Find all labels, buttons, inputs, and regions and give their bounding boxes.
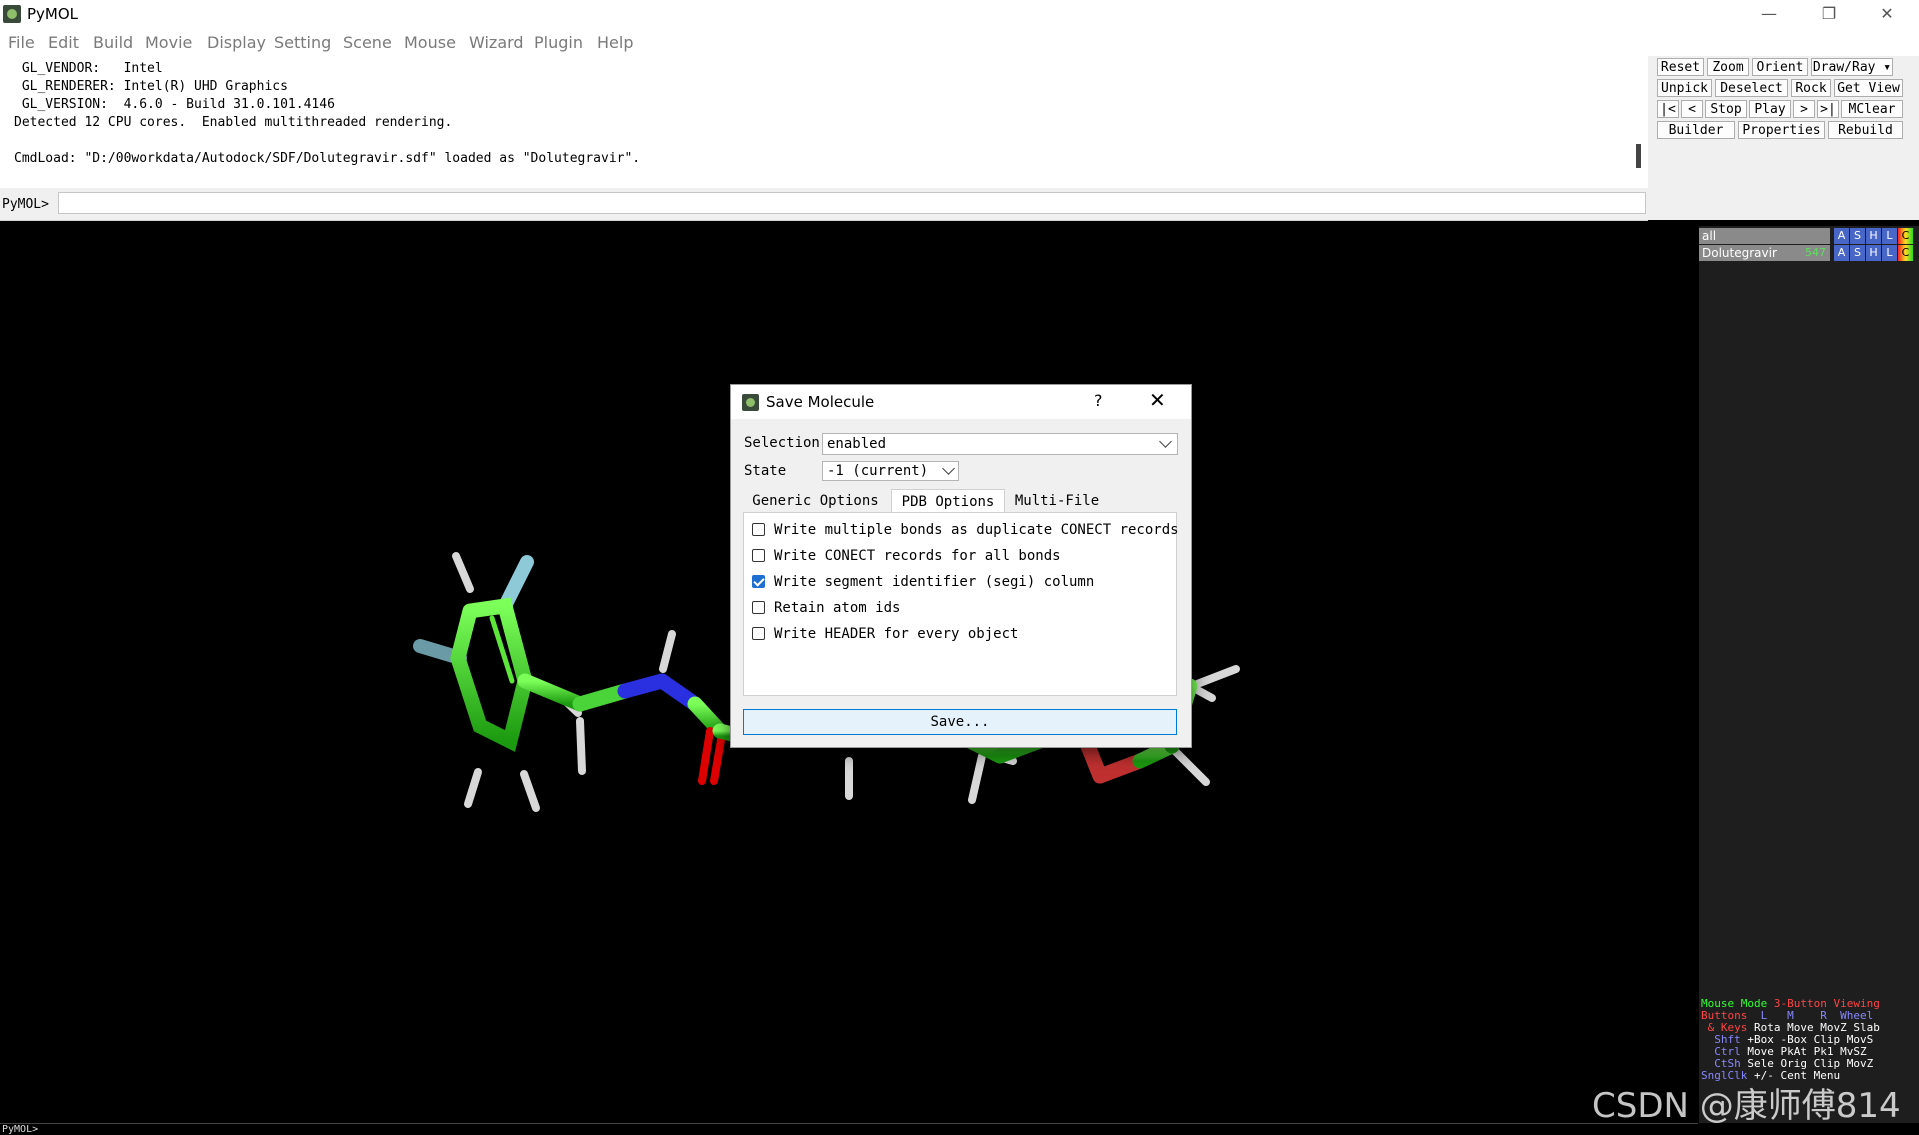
label-button[interactable]: L [1882, 245, 1897, 261]
menu-setting[interactable]: Setting [274, 33, 331, 52]
close-window-icon[interactable]: ✕ [1864, 2, 1910, 26]
menu-movie[interactable]: Movie [145, 33, 192, 52]
control-button-panel: Reset Zoom Orient Draw/Ray ▾ Unpick Dese… [1648, 56, 1919, 220]
object-row-dolutegravir: Dolutegravir 547 A S H L C [1699, 245, 1919, 261]
show-button[interactable]: S [1850, 228, 1865, 244]
builder-button[interactable]: Builder [1657, 121, 1735, 139]
draw-ray-button[interactable]: Draw/Ray ▾ [1811, 58, 1893, 76]
menu-bar: File Edit Build Movie Display Setting Sc… [0, 28, 1919, 56]
object-panel: all A S H L C Dolutegravir 547 A S H L C… [1699, 226, 1919, 1123]
menu-build[interactable]: Build [93, 33, 133, 52]
selection-combobox[interactable]: enabled [822, 433, 1178, 455]
option-label: Write HEADER for every object [774, 626, 1019, 642]
state-combobox[interactable]: -1 (current) [822, 461, 959, 481]
bottom-command-bar[interactable]: PyMOL> [0, 1123, 1698, 1135]
next-frame-button[interactable]: > [1793, 100, 1815, 118]
option-label: Write segment identifier (segi) column [774, 574, 1095, 590]
object-name[interactable]: all [1699, 228, 1830, 244]
pdb-options-panel: Write multiple bonds as duplicate CONECT… [743, 512, 1179, 696]
reset-button[interactable]: Reset [1657, 58, 1704, 76]
checkbox[interactable] [752, 601, 765, 614]
command-input[interactable] [58, 192, 1646, 214]
console-line: GL_VERSION: 4.6.0 - Build 31.0.101.4146 [14, 97, 335, 112]
action-button[interactable]: A [1834, 245, 1849, 261]
command-prompt-label: PyMOL> [2, 197, 49, 212]
play-button[interactable]: Play [1749, 100, 1791, 118]
window-title: PyMOL [27, 5, 79, 23]
rock-button[interactable]: Rock [1791, 79, 1831, 97]
first-frame-button[interactable]: |< [1657, 100, 1679, 118]
tab-multi-file[interactable]: Multi-File [1007, 489, 1107, 513]
previous-frame-button[interactable]: < [1681, 100, 1703, 118]
label-button[interactable]: L [1882, 228, 1897, 244]
title-bar: PyMOL — ❐ ✕ [0, 0, 1919, 28]
menu-scene[interactable]: Scene [343, 33, 392, 52]
save-button[interactable]: Save... [743, 709, 1177, 735]
option-label: Write multiple bonds as duplicate CONECT… [774, 522, 1179, 538]
deselect-button[interactable]: Deselect [1715, 79, 1788, 97]
console-line: CmdLoad: "D:/00workdata/Autodock/SDF/Dol… [14, 151, 641, 166]
close-dialog-icon[interactable]: ✕ [1149, 388, 1166, 412]
last-frame-button[interactable]: >| [1817, 100, 1839, 118]
action-button[interactable]: A [1834, 228, 1849, 244]
console-scrollbar[interactable] [1636, 144, 1641, 168]
checkbox[interactable] [752, 523, 765, 536]
command-line: PyMOL> [0, 188, 1648, 221]
properties-button[interactable]: Properties [1738, 121, 1825, 139]
orient-button[interactable]: Orient [1752, 58, 1808, 76]
menu-file[interactable]: File [8, 33, 35, 52]
console-line: Detected 12 CPU cores. Enabled multithre… [14, 115, 453, 130]
checkbox[interactable] [752, 627, 765, 640]
object-state-count: 547 [1805, 246, 1826, 259]
option-label: Write CONECT records for all bonds [774, 548, 1061, 564]
menu-plugin[interactable]: Plugin [534, 33, 583, 52]
pymol-app-icon [3, 5, 21, 23]
save-molecule-dialog: Save Molecule ? ✕ Selection enabled Stat… [730, 384, 1192, 748]
menu-help[interactable]: Help [597, 33, 633, 52]
color-button[interactable]: C [1898, 245, 1913, 261]
menu-mouse[interactable]: Mouse [404, 33, 456, 52]
get-view-button[interactable]: Get View [1834, 79, 1903, 97]
help-icon[interactable]: ? [1094, 391, 1103, 410]
unpick-button[interactable]: Unpick [1657, 79, 1712, 97]
console-output[interactable]: GL_VENDOR: Intel GL_RENDERER: Intel(R) U… [0, 56, 1648, 189]
tab-generic-options[interactable]: Generic Options [743, 489, 888, 513]
selection-value: enabled [827, 436, 887, 452]
tab-pdb-options[interactable]: PDB Options [891, 489, 1005, 514]
state-value: -1 (current) [827, 463, 929, 479]
color-button[interactable]: C [1898, 228, 1913, 244]
checkbox-checked[interactable] [752, 575, 765, 588]
maximize-icon[interactable]: ❐ [1806, 2, 1852, 26]
console-line: GL_VENDOR: Intel [14, 61, 163, 76]
menu-edit[interactable]: Edit [48, 33, 79, 52]
console-line: GL_RENDERER: Intel(R) UHD Graphics [14, 79, 288, 94]
option-label: Retain atom ids [774, 600, 901, 616]
dialog-title-bar: Save Molecule ? ✕ [731, 385, 1191, 419]
chevron-down-icon[interactable] [942, 462, 955, 475]
state-label: State [744, 463, 787, 479]
mclear-button[interactable]: MClear [1841, 100, 1903, 118]
checkbox[interactable] [752, 549, 765, 562]
mouse-help-panel: Mouse Mode 3-Button Viewing Buttons L M … [1701, 998, 1880, 1082]
object-row-all: all A S H L C [1699, 228, 1919, 244]
zoom-button[interactable]: Zoom [1707, 58, 1749, 76]
menu-display[interactable]: Display [207, 33, 266, 52]
rebuild-button[interactable]: Rebuild [1828, 121, 1903, 139]
pymol-dialog-icon [742, 394, 759, 411]
selection-label: Selection [744, 435, 820, 451]
hide-button[interactable]: H [1866, 245, 1881, 261]
minimize-icon[interactable]: — [1746, 2, 1792, 26]
watermark-text: CSDN @康师傅814 [1592, 1086, 1901, 1126]
bottom-prompt-label: PyMOL> [2, 1124, 39, 1135]
menu-wizard[interactable]: Wizard [469, 33, 524, 52]
stop-button[interactable]: Stop [1705, 100, 1747, 118]
show-button[interactable]: S [1850, 245, 1865, 261]
chevron-down-icon[interactable] [1159, 435, 1172, 448]
dialog-title: Save Molecule [766, 393, 875, 411]
hide-button[interactable]: H [1866, 228, 1881, 244]
